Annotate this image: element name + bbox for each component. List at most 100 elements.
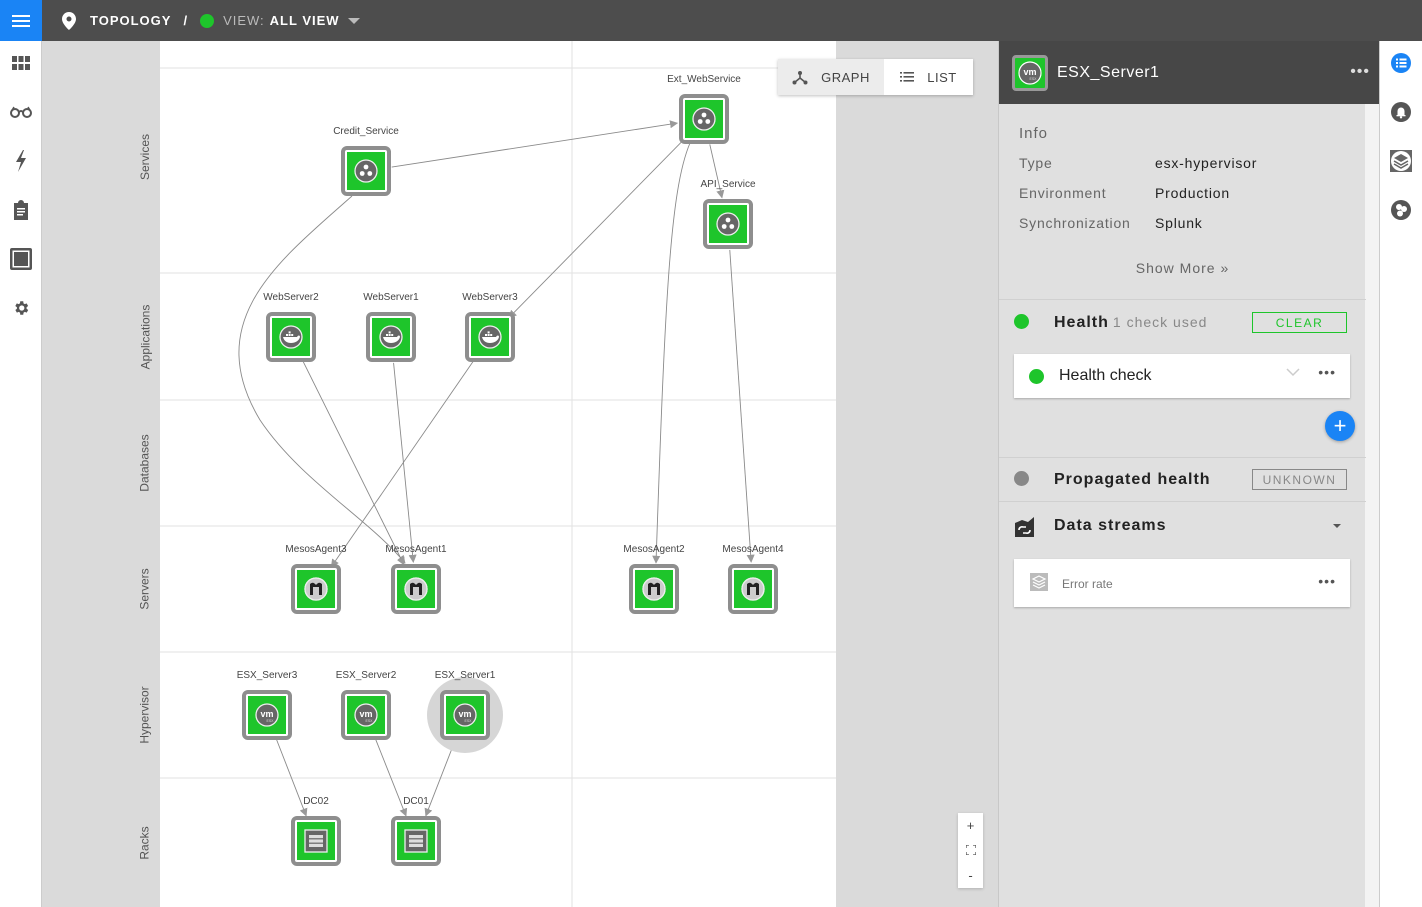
rack-icon — [404, 829, 428, 853]
health-subtitle: 1 check used — [1112, 314, 1208, 330]
vmware-icon: vmESX — [1012, 54, 1048, 91]
graph-icon — [792, 71, 808, 85]
svg-text:vm: vm — [359, 709, 372, 719]
fit-screen-icon — [964, 844, 977, 856]
cluster-icon — [1391, 200, 1411, 220]
node-label: WebServer2 — [263, 292, 319, 303]
data-streams-collapse-icon[interactable] — [1333, 524, 1341, 528]
check-more-button[interactable]: ••• — [1318, 364, 1336, 380]
node-dc01[interactable]: DC01 — [391, 796, 441, 866]
vmware-icon: vmESX — [453, 703, 477, 727]
info-row-environment: Environment Production — [1019, 185, 1230, 201]
node-web1[interactable]: WebServer1 — [363, 292, 419, 362]
health-state-badge[interactable]: CLEAR — [1252, 312, 1347, 333]
rail-layers[interactable] — [1390, 150, 1412, 172]
service-icon — [692, 107, 716, 131]
node-api[interactable]: API_Service — [700, 179, 756, 249]
list-view-label: LIST — [927, 69, 957, 85]
panel-more-button[interactable]: ••• — [1350, 63, 1370, 81]
propagated-status-dot — [1014, 471, 1029, 486]
lane-gridlines — [160, 41, 836, 907]
zoom-out-button[interactable]: - — [968, 869, 972, 882]
svg-text:ESX: ESX — [365, 719, 373, 723]
svg-text:ESX: ESX — [266, 719, 274, 723]
info-key: Type — [1019, 155, 1053, 171]
node-ma2[interactable]: MesosAgent2 — [623, 544, 685, 614]
stream-more-button[interactable]: ••• — [1318, 573, 1336, 589]
node-label: Credit_Service — [333, 126, 399, 137]
node-web2[interactable]: WebServer2 — [263, 292, 319, 362]
node-ma1[interactable]: MesosAgent1 — [385, 544, 447, 614]
data-stream-card[interactable]: Error rate ••• — [1014, 559, 1350, 607]
node-label: WebServer1 — [363, 292, 419, 303]
divider — [999, 299, 1366, 300]
node-web3[interactable]: WebServer3 — [462, 292, 518, 362]
zoom-in-button[interactable]: + — [967, 819, 975, 832]
service-icon — [354, 159, 378, 183]
mesos-icon — [304, 577, 328, 601]
divider — [999, 457, 1366, 458]
svg-text:vm: vm — [1023, 67, 1036, 77]
panel-title: ESX_Server1 — [1057, 63, 1160, 81]
list-icon — [1391, 53, 1411, 73]
health-check-card[interactable]: Health check ••• — [1014, 354, 1350, 398]
node-dc02[interactable]: DC02 — [291, 796, 341, 866]
node-label: ESX_Server1 — [435, 670, 496, 681]
node-label: MesosAgent3 — [285, 544, 347, 555]
docker-icon — [379, 325, 403, 349]
panel-header: vm ESX ESX_Server1 ••• — [999, 41, 1380, 104]
rail-alerts[interactable] — [1390, 101, 1412, 123]
info-key: Synchronization — [1019, 215, 1131, 231]
add-check-button[interactable]: + — [1325, 411, 1355, 441]
node-label: DC01 — [403, 796, 429, 807]
edge-web2-ma1 — [302, 360, 405, 566]
info-row-synchronization: Synchronization Splunk — [1019, 215, 1203, 231]
graph-view-button[interactable]: GRAPH — [778, 59, 884, 95]
health-status-dot — [1014, 314, 1029, 329]
node-label: MesosAgent1 — [385, 544, 447, 555]
node-credit[interactable]: Credit_Service — [333, 126, 399, 196]
node-esx2[interactable]: vmESX ESX_Server2 — [336, 670, 397, 740]
edge-extweb-ma2 — [652, 142, 691, 564]
node-label: DC02 — [303, 796, 329, 807]
divider — [999, 501, 1366, 502]
docker-icon — [478, 325, 502, 349]
vmware-icon: vmESX — [354, 703, 378, 727]
rail-properties[interactable] — [1390, 52, 1412, 74]
node-ma3[interactable]: MesosAgent3 — [285, 544, 347, 614]
info-value: Splunk — [1155, 215, 1203, 231]
rack-icon — [304, 829, 328, 853]
graph-nodes: Credit_Service Ext_WebService API_Service W… — [237, 74, 784, 866]
rail-components[interactable] — [1390, 199, 1412, 221]
node-label: MesosAgent4 — [722, 544, 784, 555]
node-ma4[interactable]: MesosAgent4 — [722, 544, 784, 614]
info-row-type: Type esx-hypervisor — [1019, 155, 1257, 171]
chevron-down-icon[interactable] — [1286, 365, 1300, 379]
svg-text:ESX: ESX — [1029, 77, 1037, 81]
mesos-icon — [404, 577, 428, 601]
check-label: Health check — [1059, 367, 1152, 384]
info-value: esx-hypervisor — [1155, 155, 1258, 171]
node-label: Ext_WebService — [667, 74, 741, 85]
list-view-button[interactable]: LIST — [884, 59, 973, 95]
docker-icon — [279, 325, 303, 349]
info-heading: Info — [1019, 125, 1049, 142]
panel-scrollbar[interactable] — [1365, 103, 1379, 907]
propagated-state-badge: UNKNOWN — [1252, 469, 1347, 490]
graph-view-label: GRAPH — [821, 69, 870, 85]
stream-label: Error rate — [1062, 577, 1113, 591]
zoom-controls: + - — [958, 813, 983, 888]
fit-screen-button[interactable] — [964, 844, 977, 857]
node-label: WebServer3 — [462, 292, 518, 303]
node-extweb[interactable]: Ext_WebService — [667, 74, 741, 144]
node-label: ESX_Server3 — [237, 670, 298, 681]
node-esx3[interactable]: vmESX ESX_Server3 — [237, 670, 298, 740]
bell-icon — [1391, 102, 1411, 122]
right-rail — [1379, 41, 1422, 907]
show-more-link[interactable]: Show More » — [999, 260, 1366, 276]
mesos-icon — [741, 577, 765, 601]
node-esx1[interactable]: vmESX ESX_Server1 — [427, 670, 503, 753]
node-label: MesosAgent2 — [623, 544, 685, 555]
mesos-icon — [642, 577, 666, 601]
health-heading: Health 1 check used — [1054, 314, 1207, 332]
